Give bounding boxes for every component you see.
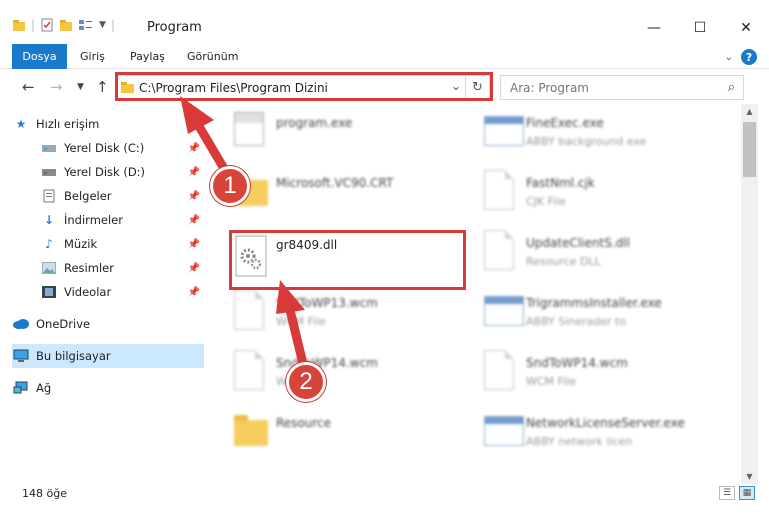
item-count: 148 öğe (22, 487, 67, 500)
arrow-2 (285, 305, 309, 373)
tiles-view-icon[interactable]: ▦ (739, 486, 755, 500)
annotation-arrows (180, 96, 309, 373)
arrowhead-2 (276, 280, 305, 314)
callout-step-2: 2 (286, 362, 326, 402)
arrowhead-1 (180, 96, 214, 134)
view-switcher: ☰ ▦ (719, 486, 755, 500)
status-bar: 148 öğe ☰ ▦ (0, 484, 769, 506)
details-view-icon[interactable]: ☰ (719, 486, 735, 500)
callout-step-1: 1 (210, 166, 250, 206)
